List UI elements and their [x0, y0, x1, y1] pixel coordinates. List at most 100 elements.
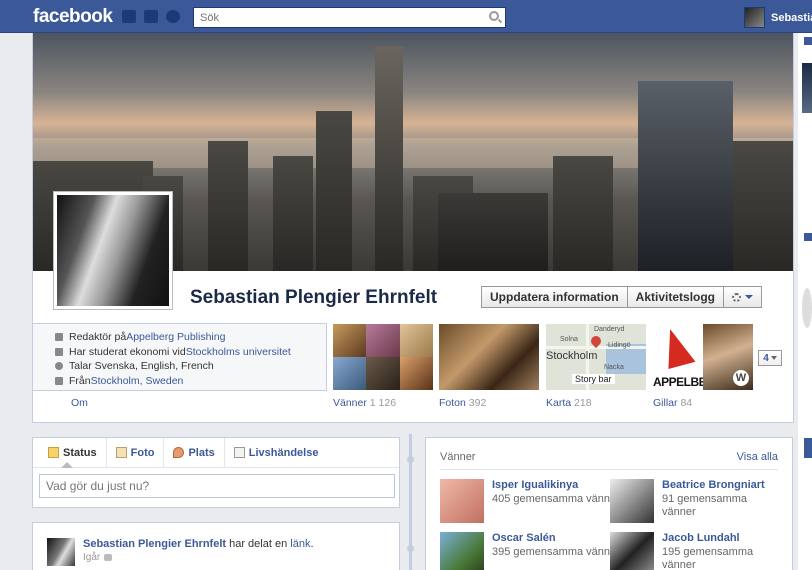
tab-photo[interactable]: Foto: [107, 438, 165, 467]
story-object-link[interactable]: länk: [290, 538, 310, 550]
friend-avatar[interactable]: [610, 532, 654, 570]
info-link[interactable]: Appelberg Publishing: [126, 331, 225, 343]
story-actor-link[interactable]: Sebastian Plengier Ehrnfelt: [83, 538, 226, 550]
tile-label-text[interactable]: Gillar: [653, 397, 678, 409]
cover-building: [438, 193, 548, 271]
tile-count: 84: [680, 397, 693, 409]
map-place-label: Danderyd: [594, 326, 625, 333]
story-timestamp[interactable]: Igår: [83, 552, 100, 563]
more-count: 4: [763, 352, 769, 364]
notification-icons: [122, 10, 180, 23]
user-avatar[interactable]: [744, 7, 765, 28]
friends-box: Vänner Visa alla Isper Igualikinya 405 ge…: [425, 437, 793, 570]
more-tiles-button[interactable]: 4: [758, 350, 782, 366]
search-input[interactable]: [194, 8, 484, 27]
tile-label-text[interactable]: Foton: [439, 397, 466, 409]
audience-friends-icon[interactable]: [104, 554, 113, 561]
tab-label[interactable]: Foto: [131, 447, 155, 459]
friend-item[interactable]: Oscar Salén 395 gemensamma vänner: [440, 532, 620, 570]
appelberg-logo: APPELBE: [653, 324, 707, 390]
graduation-cap-icon: [55, 347, 63, 356]
likes-tile[interactable]: APPELBE W: [653, 324, 753, 390]
map-tile[interactable]: Solna Danderyd Lidingö Stockholm Nacka S…: [546, 324, 646, 390]
timeline-dot: [407, 456, 414, 463]
cover-building: [208, 141, 248, 271]
map-place-label: Solna: [560, 336, 578, 343]
profile-name[interactable]: Sebastian Plengier Ehrnfelt: [190, 287, 437, 309]
friend-avatar[interactable]: [440, 532, 484, 570]
sidebar-ad-logo[interactable]: [802, 288, 812, 328]
status-composer: Status Foto Plats Livshändelse: [32, 437, 400, 508]
map-place-label: Nacka: [604, 364, 624, 371]
friend-name[interactable]: Oscar Salén: [492, 532, 620, 546]
home-icon: [55, 376, 63, 385]
friend-thumbnail: [333, 324, 367, 357]
about-link[interactable]: Om: [71, 397, 88, 409]
user-name[interactable]: Sebastia: [771, 12, 812, 24]
search-icon[interactable]: [489, 11, 499, 21]
photos-tile-label[interactable]: Foton 392: [439, 397, 486, 409]
info-link[interactable]: Stockholms universitet: [186, 346, 291, 358]
profile-picture[interactable]: [53, 191, 173, 310]
map-tile-label[interactable]: Karta 218: [546, 397, 592, 409]
friend-avatar[interactable]: [440, 479, 484, 523]
tab-label[interactable]: Plats: [188, 447, 214, 459]
status-icon: [48, 447, 59, 458]
friend-item[interactable]: Isper Igualikinya 405 gemensamma vänner: [440, 479, 620, 523]
cover-building: [316, 111, 352, 271]
cover-empire-state: [375, 46, 403, 271]
friend-thumbnail: [366, 324, 400, 357]
photos-tile[interactable]: [439, 324, 539, 390]
tab-place[interactable]: Plats: [164, 438, 225, 467]
friend-text: Isper Igualikinya 405 gemensamma vänner: [492, 479, 620, 523]
chevron-down-icon: [745, 295, 754, 299]
tab-life-event[interactable]: Livshändelse: [225, 438, 328, 467]
tab-label[interactable]: Status: [63, 447, 97, 459]
friend-thumbnail: [399, 357, 433, 390]
tab-status[interactable]: Status: [39, 438, 107, 468]
info-link[interactable]: Stockholm, Sweden: [91, 375, 184, 387]
user-nav[interactable]: Sebastia: [744, 7, 812, 28]
friend-item[interactable]: Jacob Lundahl 195 gemensamma vänner: [610, 532, 780, 570]
briefcase-icon: [55, 333, 63, 342]
gear-icon: [732, 292, 742, 302]
life-event-icon: [233, 447, 245, 458]
friend-name[interactable]: Isper Igualikinya: [492, 479, 620, 493]
friends-tile-label[interactable]: Vänner 1 126: [333, 397, 396, 409]
sidebar-marker: [804, 438, 812, 458]
friends-box-title: Vänner: [440, 451, 476, 463]
friend-avatar[interactable]: [610, 479, 654, 523]
friend-mutual: 405 gemensamma vänner: [492, 492, 620, 505]
messages-icon[interactable]: [144, 10, 158, 23]
friend-item[interactable]: Beatrice Brongniart 91 gemensamma vänner: [610, 479, 780, 523]
photo-icon: [115, 447, 127, 458]
friend-thumbnail: [399, 324, 433, 357]
friend-requests-icon[interactable]: [122, 10, 136, 23]
friend-text: Beatrice Brongniart 91 gemensamma vänner: [662, 479, 780, 523]
story-avatar[interactable]: [47, 538, 75, 566]
tile-label-text[interactable]: Karta: [546, 397, 571, 409]
notifications-globe-icon[interactable]: [166, 10, 180, 23]
friends-tile[interactable]: [333, 324, 433, 390]
info-hometown: Från Stockholm, Sweden: [55, 374, 326, 389]
about-summary: Redaktör på Appelberg Publishing Har stu…: [33, 323, 327, 391]
settings-menu-button[interactable]: [724, 286, 763, 308]
timeline-header: Sebastian Plengier Ehrnfelt Uppdatera in…: [32, 33, 794, 423]
appelberg-logo-shape: [658, 325, 696, 369]
friend-name[interactable]: Jacob Lundahl: [662, 532, 780, 546]
update-info-button[interactable]: Uppdatera information: [481, 286, 628, 308]
map-story-bar: Story bar: [572, 374, 615, 384]
see-all-friends-link[interactable]: Visa alla: [737, 451, 778, 463]
info-text: Redaktör på: [69, 331, 127, 344]
friend-name[interactable]: Beatrice Brongniart: [662, 479, 780, 493]
tab-label[interactable]: Livshändelse: [249, 447, 319, 459]
tile-label-text[interactable]: Vänner: [333, 397, 367, 409]
sidebar-ad-image[interactable]: [802, 63, 812, 113]
status-input[interactable]: [39, 474, 395, 498]
activity-log-button[interactable]: Aktivitetslogg: [627, 286, 725, 308]
friend-text: Oscar Salén 395 gemensamma vänner: [492, 532, 620, 570]
facebook-logo[interactable]: facebook: [33, 6, 113, 28]
info-text: Har studerat ekonomi vid: [69, 345, 186, 358]
likes-tile-label[interactable]: Gillar 84: [653, 397, 692, 409]
info-education: Har studerat ekonomi vid Stockholms univ…: [55, 345, 326, 360]
